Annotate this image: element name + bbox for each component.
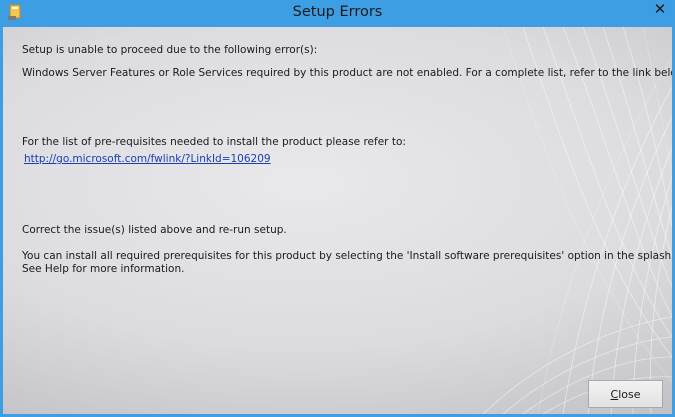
error-detail-text: Windows Server Features or Role Services… <box>22 67 672 79</box>
close-button[interactable]: Close <box>588 380 663 408</box>
background-swirl <box>482 27 672 414</box>
help-text: See Help for more information. <box>22 263 185 275</box>
error-intro-text: Setup is unable to proceed due to the fo… <box>22 44 318 56</box>
dialog-content: Setup is unable to proceed due to the fo… <box>3 27 672 414</box>
prereq-link[interactable]: http://go.microsoft.com/fwlink/?LinkId=1… <box>24 153 271 165</box>
install-prereq-text: You can install all required prerequisit… <box>22 250 672 262</box>
title-bar[interactable]: Setup Errors ✕ <box>0 0 675 27</box>
setup-errors-dialog: Setup Errors ✕ Setup is unable to procee… <box>0 0 675 417</box>
window-title: Setup Errors <box>292 4 383 20</box>
prereq-refer-text: For the list of pre-requisites needed to… <box>22 136 406 148</box>
close-button-label: lose <box>618 387 641 401</box>
close-icon[interactable]: ✕ <box>652 1 668 17</box>
close-button-mnemonic: C <box>610 387 619 401</box>
rerun-instruction-text: Correct the issue(s) listed above and re… <box>22 224 287 236</box>
